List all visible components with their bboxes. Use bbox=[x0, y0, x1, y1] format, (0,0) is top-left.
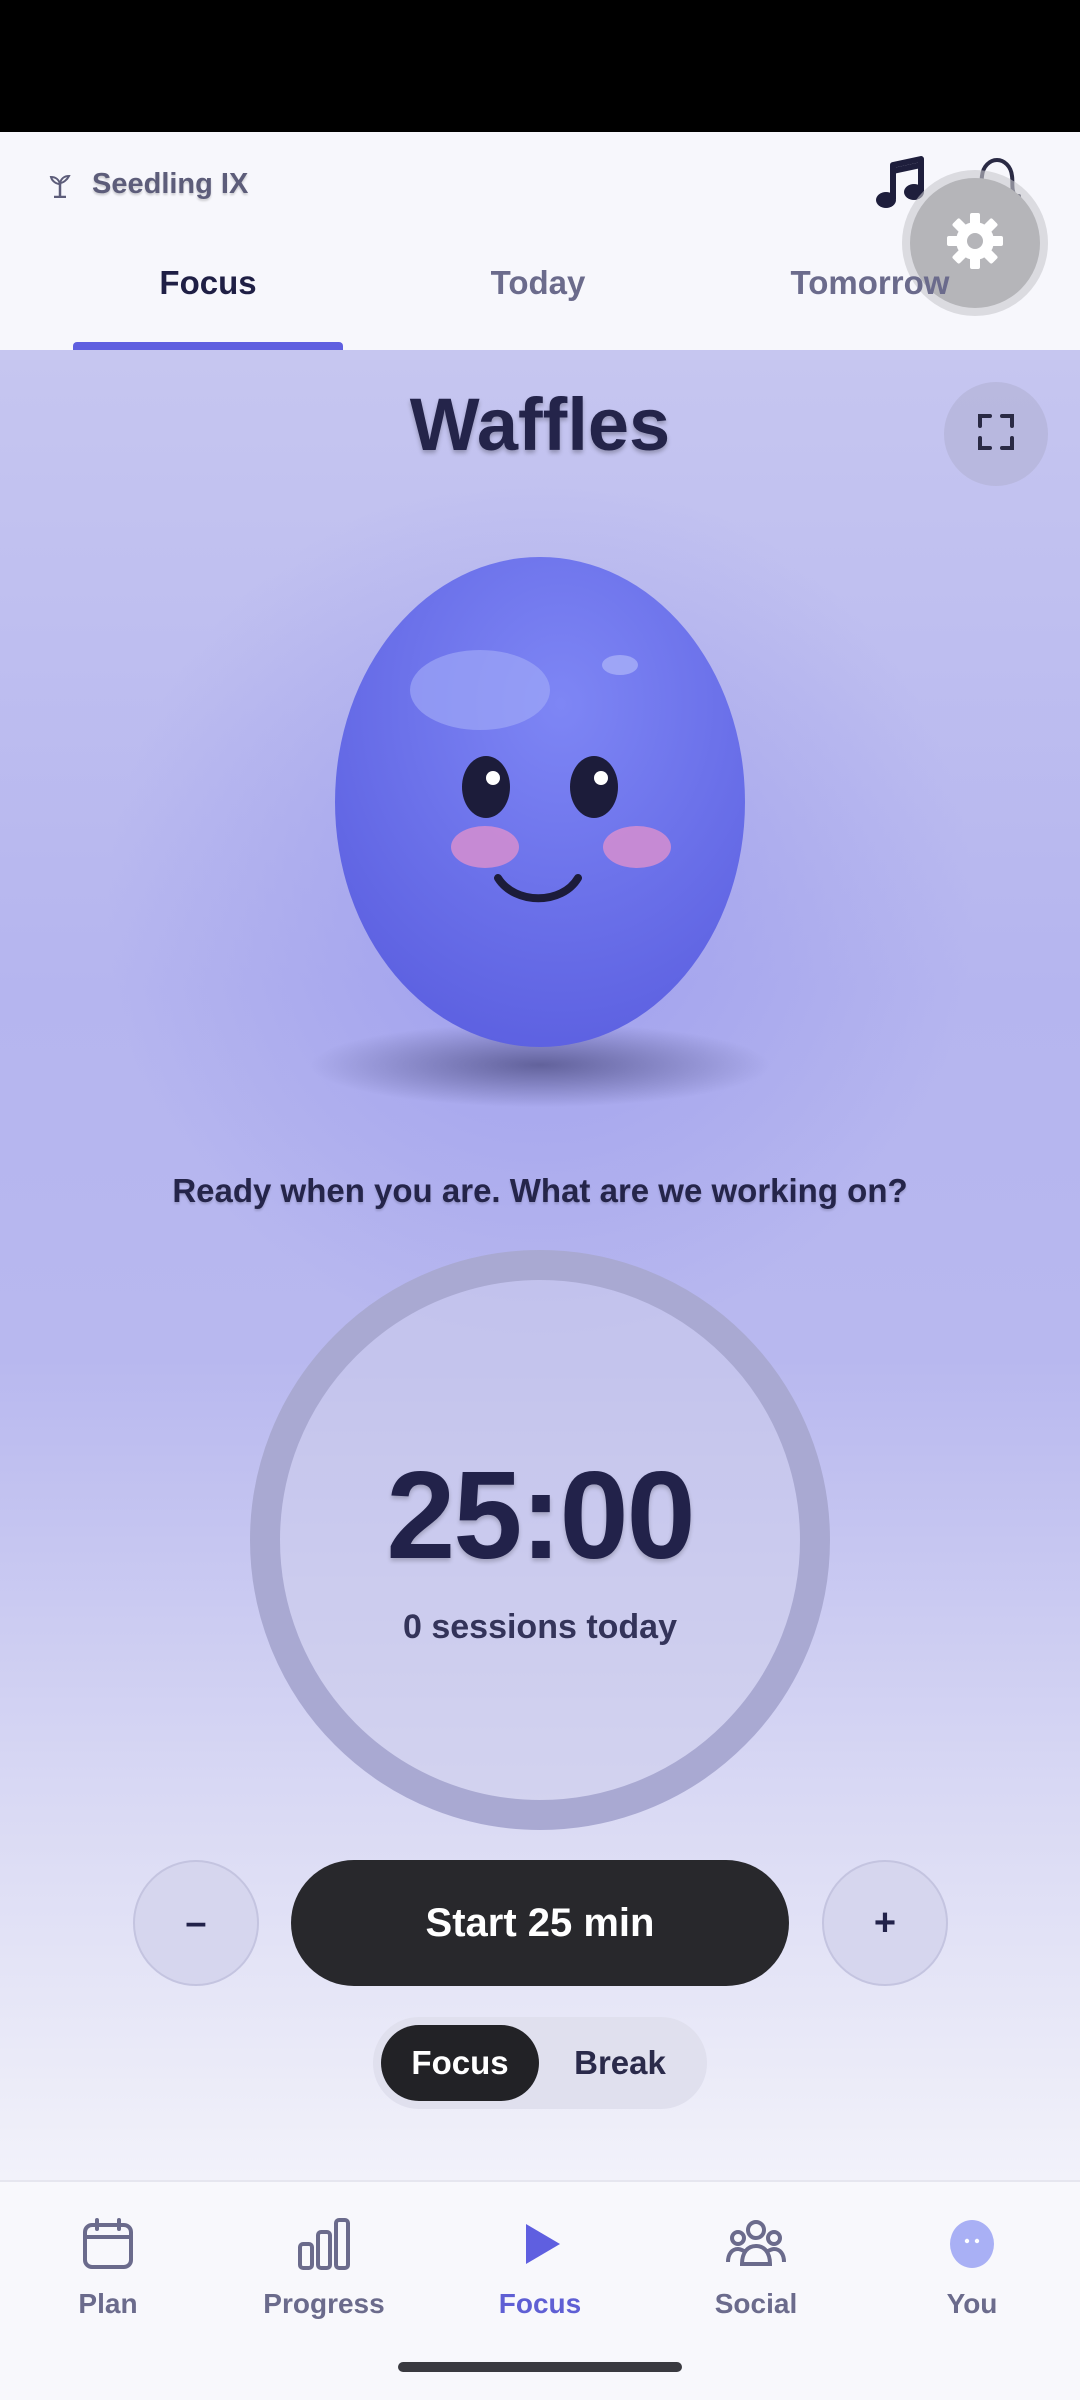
play-icon bbox=[508, 2212, 572, 2276]
brand-label: Seedling IX bbox=[92, 168, 249, 200]
sessions-count: 0 sessions today bbox=[402, 1608, 677, 1646]
tab-today[interactable]: Today bbox=[373, 264, 703, 302]
status-bar bbox=[0, 0, 1080, 132]
focus-prompt: Ready when you are. What are we working … bbox=[172, 1172, 908, 1209]
nav-you-label: You bbox=[946, 2288, 998, 2319]
avatar-icon bbox=[940, 2212, 1004, 2276]
timer-display: 25:00 bbox=[386, 1447, 695, 1585]
nav-plan-label: Plan bbox=[78, 2288, 138, 2319]
mode-focus-option[interactable]: Focus bbox=[381, 2025, 539, 2101]
tab-bar: Focus Today Tomorrow bbox=[0, 250, 1080, 350]
sprout-icon bbox=[46, 171, 74, 199]
people-icon bbox=[724, 2212, 788, 2276]
active-tab-indicator bbox=[73, 342, 343, 350]
home-indicator[interactable] bbox=[398, 2362, 682, 2372]
nav-social-label: Social bbox=[714, 2288, 798, 2319]
nav-social[interactable]: Social bbox=[648, 2212, 864, 2320]
pet-name: Waffles bbox=[409, 383, 671, 466]
tab-tomorrow[interactable]: Tomorrow bbox=[705, 264, 1035, 302]
nav-progress-label: Progress bbox=[263, 2288, 385, 2319]
calendar-icon bbox=[76, 2212, 140, 2276]
start-timer-button[interactable]: Start 25 min bbox=[291, 1860, 789, 1986]
decrease-time-button[interactable]: – bbox=[133, 1860, 259, 1986]
pet-character[interactable] bbox=[300, 550, 780, 1110]
nav-you[interactable]: You bbox=[864, 2212, 1080, 2320]
mode-break-option[interactable]: Break bbox=[541, 2025, 699, 2101]
fullscreen-button[interactable] bbox=[944, 382, 1048, 486]
nav-plan[interactable]: Plan bbox=[0, 2212, 216, 2320]
focus-panel: Waffles Ready when you are. What are we … bbox=[0, 350, 1080, 2180]
brand: Seedling IX bbox=[46, 168, 248, 201]
increase-time-button[interactable]: + bbox=[822, 1860, 948, 1986]
tab-focus[interactable]: Focus bbox=[43, 264, 373, 302]
fullscreen-icon bbox=[976, 412, 1016, 457]
bar-chart-icon bbox=[292, 2212, 356, 2276]
nav-progress[interactable]: Progress bbox=[216, 2212, 432, 2320]
mode-toggle: Focus Break bbox=[373, 2017, 707, 2109]
nav-focus-label: Focus bbox=[498, 2288, 582, 2319]
nav-focus[interactable]: Focus bbox=[432, 2212, 648, 2320]
music-note-icon bbox=[875, 155, 927, 216]
